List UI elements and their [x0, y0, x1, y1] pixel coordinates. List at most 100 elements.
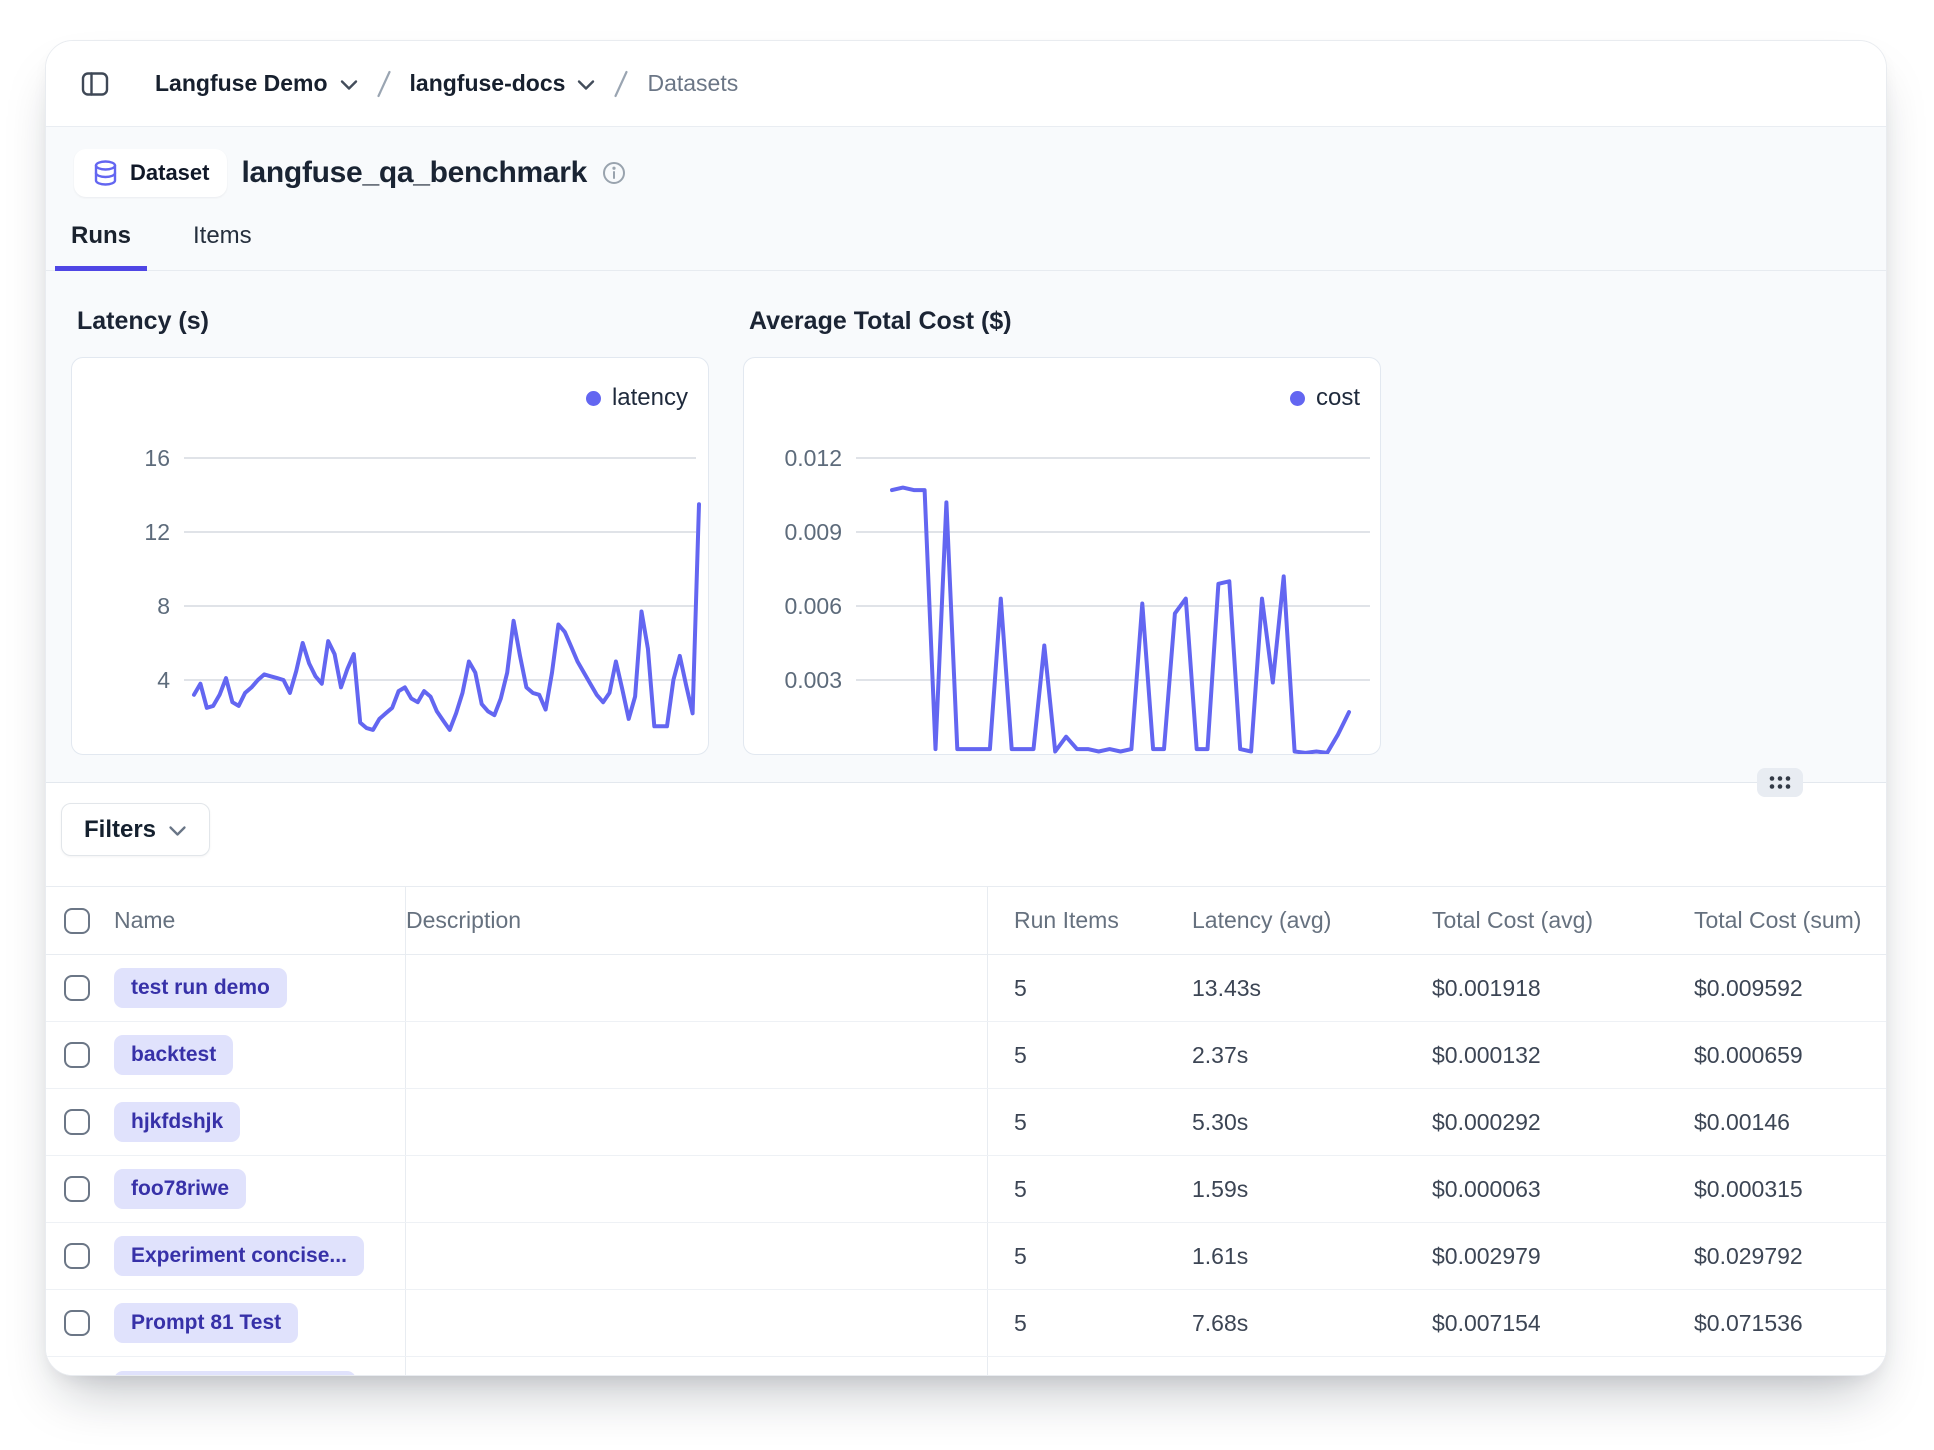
latency-chart-legend: latency	[586, 384, 688, 412]
svg-text:0.012: 0.012	[784, 445, 842, 471]
run-items-value	[988, 1357, 1166, 1375]
run-items-value: 5	[988, 1290, 1166, 1356]
latency-avg-value: 5.30s	[1166, 1089, 1406, 1155]
cost-chart-plot: 0.0120.0090.0060.003	[744, 358, 1380, 754]
table-header-row: Name Description Run Items Latency (avg)…	[46, 887, 1886, 955]
run-items-value: 5	[988, 1089, 1166, 1155]
latency-avg-value: 1.59s	[1166, 1156, 1406, 1222]
run-description-cell	[406, 1223, 988, 1289]
latency-avg-value: 2.37s	[1166, 1022, 1406, 1088]
total-cost-avg-value: $0.002979	[1406, 1223, 1666, 1289]
table-body: test run demo 5 13.43s $0.001918 $0.0095…	[46, 955, 1886, 1375]
total-cost-avg-value: $0.001918	[1406, 955, 1666, 1021]
column-header-run-items: Run Items	[988, 887, 1166, 954]
run-items-value: 5	[988, 1223, 1166, 1289]
dataset-title-row: Dataset langfuse_qa_benchmark	[46, 127, 1886, 197]
column-header-name: Name	[114, 887, 406, 954]
run-name-pill[interactable]: foo78riwe	[114, 1169, 246, 1209]
latency-avg-value: 7.68s	[1166, 1290, 1406, 1356]
run-description-cell	[406, 1022, 988, 1088]
latency-chart-plot: 161284	[72, 358, 708, 754]
top-bar: Langfuse Demo langfuse-docs Datasets	[46, 41, 1886, 127]
page-title: langfuse_qa_benchmark	[241, 156, 587, 190]
svg-text:0.006: 0.006	[784, 593, 842, 619]
run-description-cell	[406, 1357, 988, 1375]
breadcrumb-separator	[613, 69, 629, 99]
legend-label: cost	[1316, 384, 1360, 412]
table-row[interactable]: test run demo 5 13.43s $0.001918 $0.0095…	[46, 955, 1886, 1022]
filters-button[interactable]: Filters	[61, 803, 210, 856]
tab-items[interactable]: Items	[182, 221, 263, 270]
cost-chart-card: 0.0120.0090.0060.003 cost	[743, 357, 1381, 755]
table-row[interactable]: Prompt 81 Test 5 7.68s $0.007154 $0.0715…	[46, 1290, 1886, 1357]
database-icon	[92, 159, 119, 187]
info-icon[interactable]	[602, 161, 626, 185]
table-row[interactable]: hjkfdshjk 5 5.30s $0.000292 $0.00146	[46, 1089, 1886, 1156]
breadcrumb-organization[interactable]: Langfuse Demo	[155, 70, 358, 97]
svg-text:0.009: 0.009	[784, 519, 842, 545]
row-checkbox[interactable]	[64, 1042, 90, 1068]
run-description-cell	[406, 955, 988, 1021]
latency-avg-value	[1166, 1357, 1406, 1375]
breadcrumb-project[interactable]: langfuse-docs	[410, 70, 596, 97]
legend-label: latency	[612, 384, 688, 412]
tab-runs[interactable]: Runs	[60, 221, 142, 270]
run-name-pill[interactable]	[114, 1371, 356, 1376]
table-row[interactable]	[46, 1357, 1886, 1375]
row-checkbox[interactable]	[64, 1243, 90, 1269]
total-cost-sum-value: $0.000315	[1666, 1156, 1886, 1222]
charts-row: Latency (s) 161284 latency Average Total…	[46, 271, 1886, 755]
total-cost-sum-value: $0.000659	[1666, 1022, 1886, 1088]
row-checkbox[interactable]	[64, 1109, 90, 1135]
run-items-value: 5	[988, 1156, 1166, 1222]
cost-chart-legend: cost	[1290, 384, 1360, 412]
breadcrumb-page[interactable]: Datasets	[647, 70, 738, 97]
total-cost-sum-value	[1666, 1357, 1886, 1375]
cost-chart-block: Average Total Cost ($) 0.0120.0090.0060.…	[743, 305, 1381, 755]
legend-dot-icon	[1290, 391, 1305, 406]
breadcrumb-page-label: Datasets	[647, 70, 738, 97]
breadcrumb: Langfuse Demo langfuse-docs Datasets	[155, 69, 738, 99]
latency-chart-block: Latency (s) 161284 latency	[71, 305, 709, 755]
breadcrumb-project-label: langfuse-docs	[410, 70, 566, 97]
breadcrumb-separator	[376, 69, 392, 99]
run-items-value: 5	[988, 955, 1166, 1021]
legend-dot-icon	[586, 391, 601, 406]
grip-dots-icon	[1767, 774, 1793, 791]
run-name-pill[interactable]: Prompt 81 Test	[114, 1303, 298, 1343]
chevron-down-icon	[168, 825, 187, 837]
svg-text:4: 4	[157, 667, 170, 693]
column-header-description: Description	[406, 887, 988, 954]
dataset-badge: Dataset	[74, 149, 227, 197]
chevron-down-icon	[340, 79, 358, 91]
run-name-pill[interactable]: test run demo	[114, 968, 287, 1008]
column-header-latency-avg: Latency (avg)	[1166, 887, 1406, 954]
total-cost-avg-value: $0.000292	[1406, 1089, 1666, 1155]
filters-button-label: Filters	[84, 816, 156, 844]
sidebar-toggle-icon[interactable]	[79, 68, 111, 100]
resize-handle[interactable]	[1757, 768, 1803, 797]
latency-chart-card: 161284 latency	[71, 357, 709, 755]
total-cost-avg-value: $0.000063	[1406, 1156, 1666, 1222]
table-row[interactable]: foo78riwe 5 1.59s $0.000063 $0.000315	[46, 1156, 1886, 1223]
table-row[interactable]: backtest 5 2.37s $0.000132 $0.000659	[46, 1022, 1886, 1089]
breadcrumb-organization-label: Langfuse Demo	[155, 70, 328, 97]
run-items-value: 5	[988, 1022, 1166, 1088]
run-description-cell	[406, 1156, 988, 1222]
run-name-pill[interactable]: Experiment concise...	[114, 1236, 364, 1276]
row-checkbox[interactable]	[64, 1310, 90, 1336]
run-name-pill[interactable]: hjkfdshjk	[114, 1102, 240, 1142]
svg-text:12: 12	[144, 519, 170, 545]
total-cost-sum-value: $0.00146	[1666, 1089, 1886, 1155]
dataset-badge-label: Dataset	[130, 160, 209, 186]
row-checkbox[interactable]	[64, 975, 90, 1001]
row-checkbox[interactable]	[64, 1176, 90, 1202]
latency-avg-value: 13.43s	[1166, 955, 1406, 1021]
run-name-pill[interactable]: backtest	[114, 1035, 233, 1075]
cost-chart-title: Average Total Cost ($)	[749, 305, 1381, 337]
select-all-checkbox[interactable]	[64, 908, 90, 934]
svg-text:16: 16	[144, 445, 170, 471]
table-row[interactable]: Experiment concise... 5 1.61s $0.002979 …	[46, 1223, 1886, 1290]
total-cost-sum-value: $0.071536	[1666, 1290, 1886, 1356]
total-cost-avg-value	[1406, 1357, 1666, 1375]
